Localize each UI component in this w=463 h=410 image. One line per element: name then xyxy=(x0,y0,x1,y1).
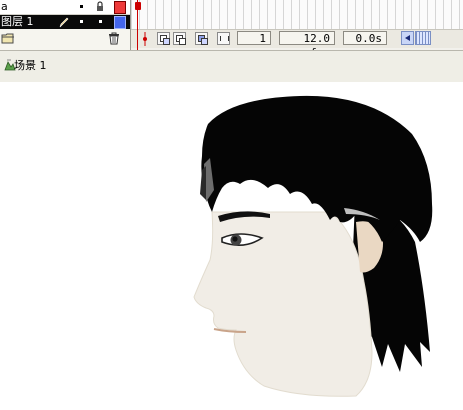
stage[interactable] xyxy=(0,82,463,410)
onion-skin-button[interactable] xyxy=(157,32,170,45)
layer-list: a 图层 1 xyxy=(0,0,131,50)
pencil-icon xyxy=(59,17,69,28)
layer-row-layer1[interactable]: 图层 1 xyxy=(0,15,130,29)
layer-tools xyxy=(0,30,130,48)
add-folder-icon[interactable] xyxy=(1,32,15,44)
current-frame-field: 1 xyxy=(237,31,271,45)
layer-name: 图层 1 xyxy=(1,15,34,28)
visibility-dot[interactable] xyxy=(80,20,83,23)
face-profile-artwork[interactable] xyxy=(0,82,463,410)
onion-skin-outlines-button[interactable] xyxy=(173,32,186,45)
scene-bar: 场景 1 xyxy=(0,50,463,83)
lock-icon[interactable] xyxy=(96,1,104,12)
timeline-panel: a 图层 1 1 12.0 0.0s xyxy=(0,0,463,59)
modify-onion-markers-button[interactable] xyxy=(217,32,230,45)
layer-color-swatch[interactable] xyxy=(114,16,126,29)
frame-rate-field[interactable]: 12.0 fps xyxy=(279,31,335,59)
visibility-dot[interactable] xyxy=(80,5,83,8)
lock-dot[interactable] xyxy=(99,20,102,23)
layer-row-a[interactable]: a xyxy=(0,0,130,15)
layer-name: a xyxy=(1,0,8,13)
center-frame-icon[interactable] xyxy=(141,32,149,46)
elapsed-time-field: 0.0s xyxy=(343,31,387,45)
horizontal-scrollbar[interactable] xyxy=(415,31,431,45)
face xyxy=(193,211,373,397)
trash-icon[interactable] xyxy=(108,32,120,45)
frame-toolbar: 1 12.0 fps 0.0s xyxy=(131,29,463,59)
frame-grid[interactable] xyxy=(131,0,463,30)
playhead[interactable] xyxy=(135,0,141,50)
scene-label[interactable]: 场景 1 xyxy=(14,59,47,73)
scroll-left-button[interactable] xyxy=(401,31,414,45)
edit-multiple-frames-button[interactable] xyxy=(195,32,208,45)
layer-color-swatch[interactable] xyxy=(114,1,126,14)
